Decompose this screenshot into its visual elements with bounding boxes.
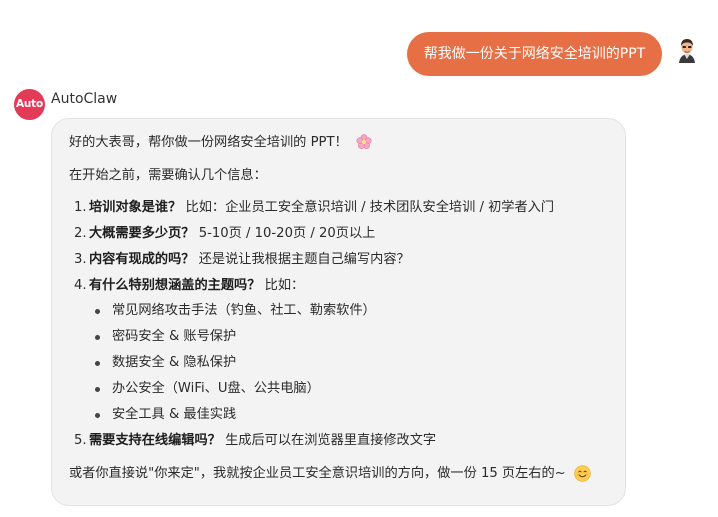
smiling-face-icon [574, 464, 591, 482]
question-detail: 还是说让我根据主题自己编写内容？ [198, 252, 410, 267]
confirm-intro: 在开始之前，需要确认几个信息： [69, 168, 267, 183]
question-detail: 比如：企业员工安全意识培训 / 技术团队安全培训 / 初学者入门 [185, 200, 555, 215]
cherry-blossom-icon [356, 134, 372, 149]
topic-item: 常见网络攻击手法（钓鱼、社工、勒索软件） [89, 301, 607, 321]
question-item: 1. 培训对象是谁？ 比如：企业员工安全意识培训 / 技术团队安全培训 / 初学… [74, 200, 555, 215]
user-avatar-icon[interactable] [672, 34, 702, 64]
question-item: 4. 有什么特别想涵盖的主题吗？ 比如： 常见网络攻击手法（钓鱼、社工、勒索软件… [69, 276, 607, 425]
question-title: 培训对象是谁？ [89, 200, 182, 215]
question-title: 内容有现成的吗？ [89, 252, 195, 267]
question-item: 2. 大概需要多少页？ 5-10页 / 10-20页 / 20页以上 [74, 226, 376, 241]
greeting-line: 好的大表哥，帮你做一份网络安全培训的 PPT！ [69, 133, 607, 153]
question-title: 需要支持在线编辑吗？ [89, 433, 221, 448]
closing-line: 或者你直接说"你来定"，我就按企业员工安全意识培训的方向，做一份 15 页左右的… [69, 464, 607, 484]
assistant-name: AutoClaw [51, 91, 118, 107]
question-item: 5. 需要支持在线编辑吗？ 生成后可以在浏览器里直接修改文字 [74, 433, 437, 448]
user-message-row: 帮我做一份关于网络安全培训的PPT [0, 32, 718, 76]
assistant-message-bubble: 好的大表哥，帮你做一份网络安全培训的 PPT！ 在开始之前，需要确认几个信息： … [51, 118, 626, 506]
question-detail: 5-10页 / 10-20页 / 20页以上 [198, 226, 376, 241]
topic-item: 安全工具 & 最佳实践 [89, 405, 607, 425]
closing-text: 或者你直接说"你来定"，我就按企业员工安全意识培训的方向，做一份 15 页左右的… [69, 466, 566, 481]
question-title: 大概需要多少页？ [89, 226, 195, 241]
question-item: 3. 内容有现成的吗？ 还是说让我根据主题自己编写内容？ [74, 252, 410, 267]
question-detail: 比如： [264, 278, 305, 293]
question-list: 1. 培训对象是谁？ 比如：企业员工安全意识培训 / 技术团队安全培训 / 初学… [69, 198, 607, 451]
user-message-bubble: 帮我做一份关于网络安全培训的PPT [407, 32, 662, 76]
assistant-avatar: Auto [14, 89, 45, 120]
greeting-text: 好的大表哥，帮你做一份网络安全培训的 PPT！ [69, 135, 348, 150]
question-detail: 生成后可以在浏览器里直接修改文字 [225, 433, 437, 448]
question-title: 有什么特别想涵盖的主题吗？ [89, 278, 261, 293]
topic-item: 密码安全 & 账号保护 [89, 327, 607, 347]
topic-list: 常见网络攻击手法（钓鱼、社工、勒索软件） 密码安全 & 账号保护 数据安全 & … [89, 301, 607, 425]
topic-item: 数据安全 & 隐私保护 [89, 353, 607, 373]
topic-item: 办公安全（WiFi、U盘、公共电脑） [89, 379, 607, 399]
